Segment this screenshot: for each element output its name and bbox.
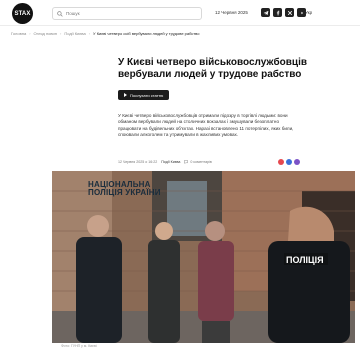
reaction-icon[interactable] (294, 159, 300, 165)
breadcrumb-current: У Києві четверо осіб вербували людей у т… (93, 31, 200, 36)
search-box[interactable] (52, 7, 202, 20)
telegram-icon[interactable] (261, 8, 270, 17)
chevron-right-icon: › (88, 31, 91, 36)
breadcrumb-kyiv[interactable]: Події Києва (64, 31, 85, 36)
breadcrumb-news[interactable]: Огляд новин (34, 31, 57, 36)
article-date: 12 Червня 2025 о 16:22 (118, 160, 158, 164)
site-logo[interactable]: STAX (12, 3, 33, 24)
play-icon (124, 93, 127, 97)
article-meta: 12 Червня 2025 о 16:22 Події Києва 0 ком… (118, 159, 300, 165)
photo-caption: Фото: ГУНП у м. Києві (61, 344, 97, 348)
article-category[interactable]: Події Києва (161, 160, 180, 164)
listen-button[interactable]: Послухати статтю (118, 90, 170, 100)
breadcrumb: Головна › Огляд новин › Події Києва › У … (11, 31, 199, 36)
listen-label: Послухати статтю (130, 92, 164, 98)
language-switch[interactable]: Укр (305, 10, 312, 15)
top-bar: STAX 12 Червня 2025 Укр (0, 0, 360, 26)
comment-icon (184, 160, 189, 164)
article-title: У Києві четверо військовослужбовців верб… (118, 57, 307, 80)
comments-count: 0 коментарів (190, 160, 212, 164)
comments-link[interactable]: 0 коментарів (184, 160, 212, 164)
search-input[interactable] (66, 8, 186, 19)
chevron-right-icon: › (29, 31, 31, 36)
x-icon[interactable] (285, 8, 294, 17)
svg-text:ПОЛІЦІЯ: ПОЛІЦІЯ (286, 255, 324, 265)
article-lead: У Києві четверо військовослужбовців отри… (118, 113, 294, 137)
social-links (261, 8, 306, 17)
breadcrumb-home[interactable]: Головна (11, 31, 26, 36)
chevron-right-icon: › (59, 31, 62, 36)
header-date: 12 Червня 2025 (215, 10, 248, 15)
reaction-icon[interactable] (286, 159, 292, 165)
photo-overlay-text: НАЦІОНАЛЬНА ПОЛІЦІЯ УКРАЇНИ (88, 180, 161, 197)
reactions (278, 159, 300, 165)
facebook-icon[interactable] (273, 8, 282, 17)
reaction-icon[interactable] (278, 159, 284, 165)
search-icon (57, 10, 63, 17)
